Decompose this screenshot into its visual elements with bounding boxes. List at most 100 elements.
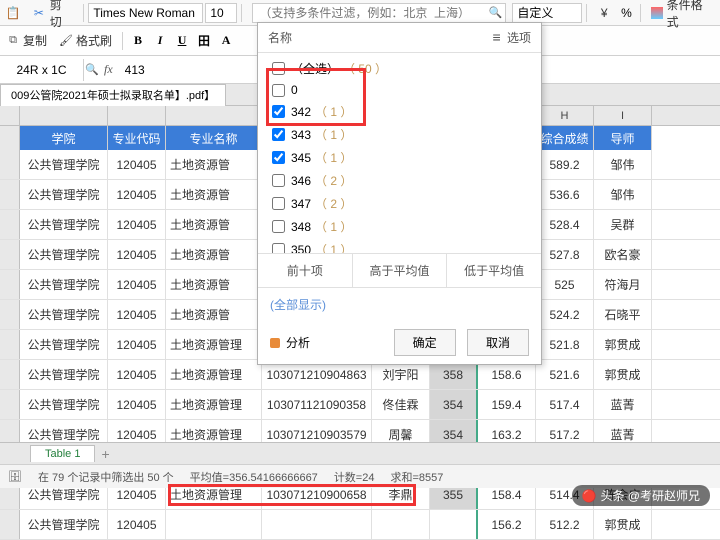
active-file-tab[interactable]: 009公管院2021年硕士拟录取名单】.pdf】 xyxy=(0,84,226,106)
popup-item[interactable]: 350 （ 1 ） xyxy=(258,238,541,253)
hdr-tutor[interactable]: 导师 xyxy=(594,126,652,150)
underline-button[interactable]: U xyxy=(171,31,193,51)
search-icon[interactable] xyxy=(488,6,502,20)
cell-tutor: 郭贯成 xyxy=(594,360,652,389)
percent-icon[interactable]: % xyxy=(621,6,632,20)
scissors-icon xyxy=(32,6,46,20)
popup-item-count: （ 2 ） xyxy=(315,172,352,189)
hdr-college[interactable]: 学院 xyxy=(20,126,108,150)
brush-icon xyxy=(59,34,73,48)
popup-show-all-link[interactable]: (全部显示) xyxy=(258,288,541,321)
popup-item-checkbox[interactable] xyxy=(272,174,285,187)
cell-major xyxy=(166,510,262,539)
cell-major: 土地资源管 xyxy=(166,150,262,179)
cond-format-button[interactable]: 条件格式 xyxy=(645,0,720,25)
cell-reference-box[interactable]: 24R x 1C xyxy=(0,59,84,81)
column-filter-input[interactable] xyxy=(252,3,506,23)
cell-re-score: 159.4 xyxy=(478,390,536,419)
font-color-button[interactable]: A xyxy=(215,31,237,51)
cell-total-score: 589.2 xyxy=(536,150,594,179)
cell-college: 公共管理学院 xyxy=(20,240,108,269)
popup-tab-top10[interactable]: 前十项 xyxy=(258,254,353,287)
popup-tab-above-avg[interactable]: 高于平均值 xyxy=(353,254,448,287)
cell-major: 土地资源管理 xyxy=(166,360,262,389)
hdr-major-name[interactable]: 专业名称 xyxy=(166,126,262,150)
popup-item[interactable]: 345 （ 1 ） xyxy=(258,146,541,169)
popup-item[interactable]: 346 （ 2 ） xyxy=(258,169,541,192)
popup-item[interactable]: 348 （ 1 ） xyxy=(258,215,541,238)
add-sheet-button[interactable]: + xyxy=(95,446,115,462)
cell-code: 120405 xyxy=(108,510,166,539)
paste-button[interactable] xyxy=(0,0,26,25)
cell-tutor: 石晓平 xyxy=(594,300,652,329)
format-painter-label: 格式刷 xyxy=(76,32,112,49)
cell-tutor: 邹伟 xyxy=(594,150,652,179)
cell-name xyxy=(372,510,430,539)
popup-item-checkbox[interactable] xyxy=(272,128,285,141)
popup-cancel-button[interactable]: 取消 xyxy=(467,329,529,356)
cell-code: 120405 xyxy=(108,360,166,389)
cell-tutor: 郭贯成 xyxy=(594,330,652,359)
filter-icon: 🗄 xyxy=(8,470,22,483)
bold-button[interactable]: B xyxy=(127,31,149,51)
popup-item-value: 346 xyxy=(291,174,311,188)
col-h[interactable]: H xyxy=(536,106,594,125)
popup-item[interactable]: 343 （ 1 ） xyxy=(258,123,541,146)
cell-name: 佟佳霖 xyxy=(372,390,430,419)
popup-item-value: 343 xyxy=(291,128,311,142)
cell-code: 120405 xyxy=(108,330,166,359)
cell-major: 土地资源管理 xyxy=(166,330,262,359)
popup-options-button[interactable]: 选项 xyxy=(490,29,531,46)
popup-item-checkbox[interactable] xyxy=(272,151,285,164)
cell-total-score: 521.8 xyxy=(536,330,594,359)
hdr-total-score[interactable]: 综合成绩 xyxy=(536,126,594,150)
popup-analyze-button[interactable]: 分析 xyxy=(270,334,310,351)
sheet-tab-active[interactable]: Table 1 xyxy=(30,445,95,462)
cell-total-score: 512.2 xyxy=(536,510,594,539)
cell-code: 120405 xyxy=(108,270,166,299)
cell-id: 103071121090358 xyxy=(262,390,372,419)
popup-item-zero[interactable]: 0 xyxy=(258,80,541,100)
border-button[interactable]: 田 xyxy=(193,31,215,51)
sheet-tab-bar: Table 1 + xyxy=(0,442,720,464)
popup-tab-below-avg[interactable]: 低于平均值 xyxy=(447,254,541,287)
table-row[interactable]: 公共管理学院 120405 156.2 512.2 郭贯成 xyxy=(0,510,720,540)
cell-total-score: 536.6 xyxy=(536,180,594,209)
hdr-major-code[interactable]: 专业代码 xyxy=(108,126,166,150)
zoom-icon[interactable] xyxy=(84,63,100,77)
popup-item-value: 348 xyxy=(291,220,311,234)
cell-code: 120405 xyxy=(108,300,166,329)
popup-select-all[interactable]: （全选）（ 50 ） xyxy=(258,57,541,80)
col-i[interactable]: I xyxy=(594,106,652,125)
cell-college: 公共管理学院 xyxy=(20,330,108,359)
custom-select[interactable] xyxy=(512,3,582,23)
italic-button[interactable]: I xyxy=(149,31,171,51)
popup-value-list[interactable]: （全选）（ 50 ） 0 342 （ 1 ） 343 （ 1 ） 345 （ 1… xyxy=(258,53,541,253)
font-size-select[interactable] xyxy=(205,3,237,23)
cell-college: 公共管理学院 xyxy=(20,180,108,209)
cell-college: 公共管理学院 xyxy=(20,510,108,539)
status-count: 计数=24 xyxy=(334,469,375,485)
currency-icon[interactable] xyxy=(597,6,611,20)
popup-item-checkbox[interactable] xyxy=(272,197,285,210)
popup-item-count: （ 2 ） xyxy=(315,195,352,212)
cut-label: 剪切 xyxy=(50,0,74,30)
cell-total-score: 528.4 xyxy=(536,210,594,239)
cell-major: 土地资源管 xyxy=(166,300,262,329)
popup-item[interactable]: 347 （ 2 ） xyxy=(258,192,541,215)
popup-item-checkbox[interactable] xyxy=(272,243,285,253)
format-painter-button[interactable]: 格式刷 xyxy=(53,32,118,49)
popup-ok-button[interactable]: 确定 xyxy=(394,329,456,356)
copy-button[interactable]: 复制 xyxy=(0,32,53,49)
cell-init-score xyxy=(430,510,478,539)
font-name-select[interactable] xyxy=(88,3,203,23)
popup-item-checkbox[interactable] xyxy=(272,105,285,118)
cond-format-label: 条件格式 xyxy=(667,0,714,30)
cut-button[interactable]: 剪切 xyxy=(26,6,79,19)
analyze-icon xyxy=(270,338,280,348)
popup-quick-filters: 前十项 高于平均值 低于平均值 xyxy=(258,253,541,288)
popup-item[interactable]: 342 （ 1 ） xyxy=(258,100,541,123)
watermark-text: 头条 @考研赵师兄 xyxy=(600,487,700,504)
popup-item-checkbox[interactable] xyxy=(272,220,285,233)
table-row[interactable]: 公共管理学院 120405 土地资源管理 103071121090358 佟佳霖… xyxy=(0,390,720,420)
